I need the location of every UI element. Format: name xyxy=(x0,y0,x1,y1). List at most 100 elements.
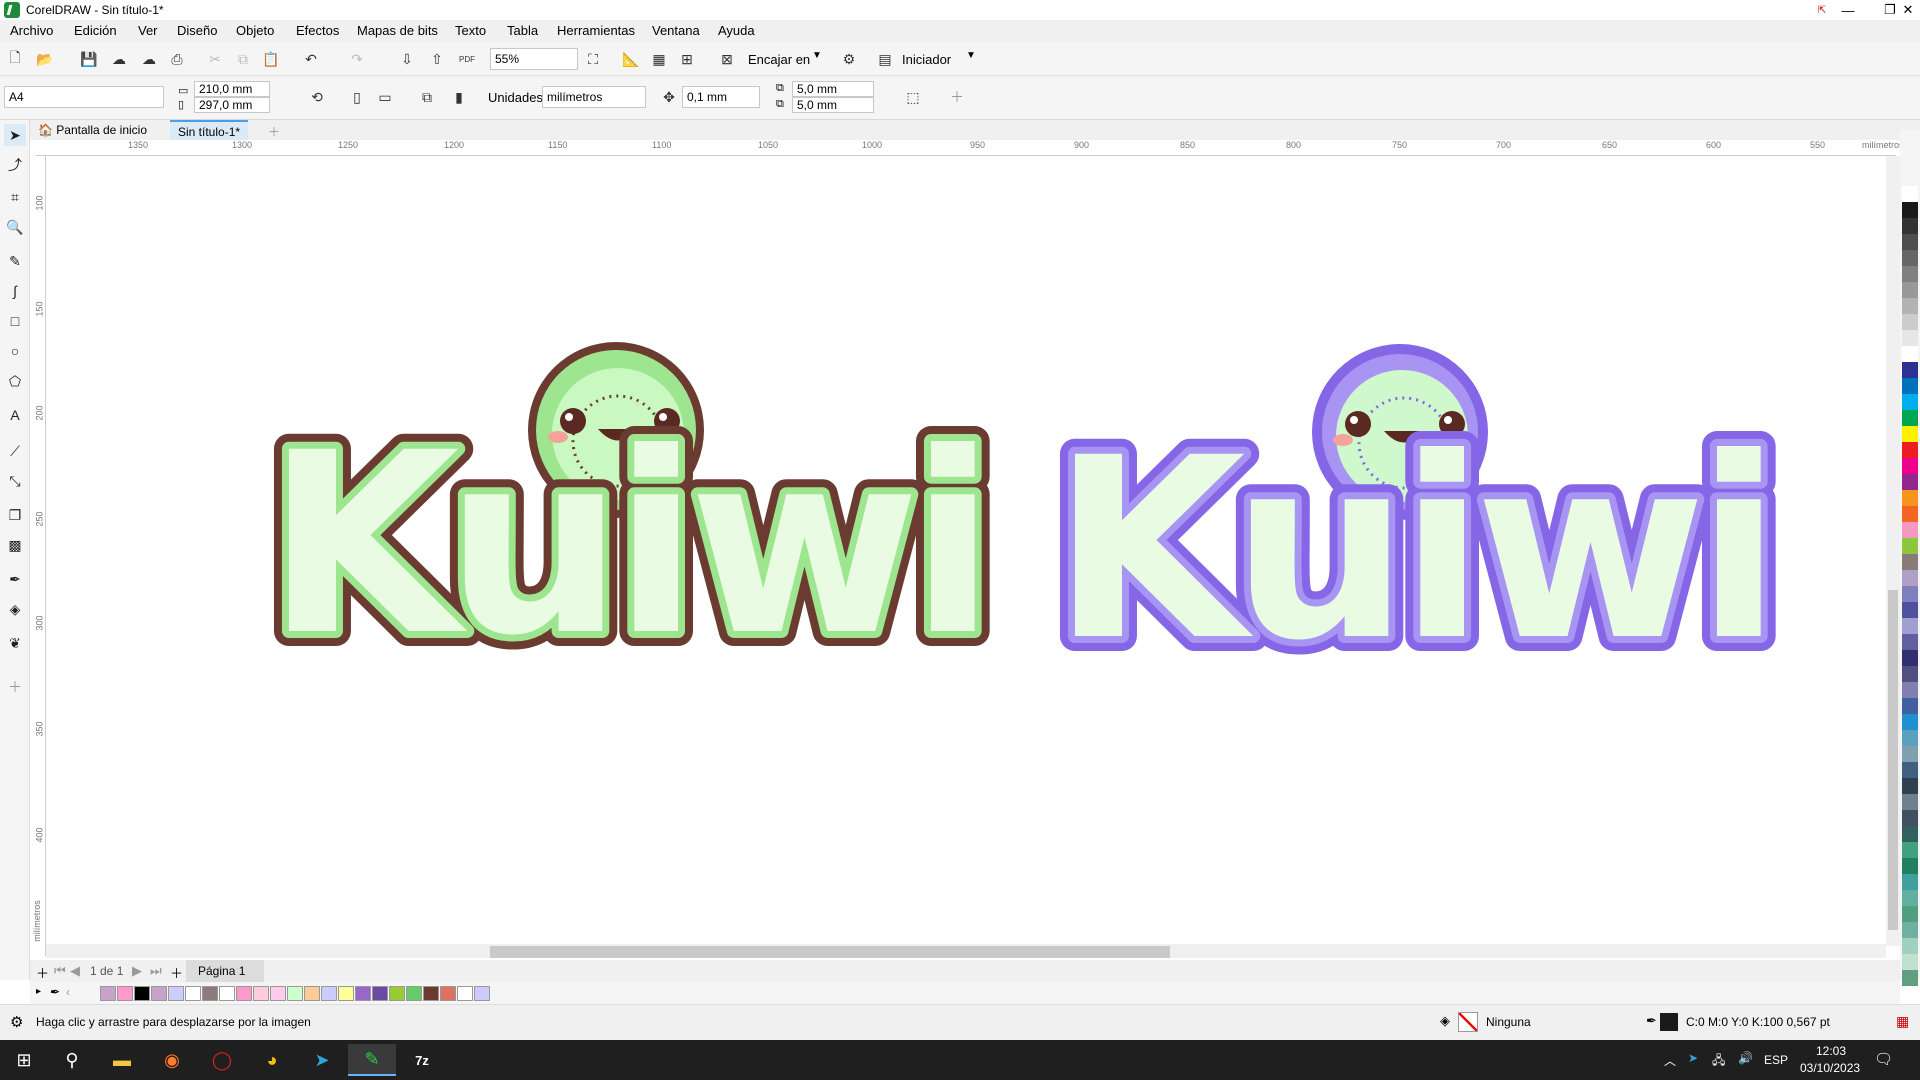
document-palette-swatch[interactable] xyxy=(151,986,167,1001)
full-screen-preview-icon[interactable]: ⛶ xyxy=(582,48,604,70)
palette-swatch[interactable] xyxy=(1902,954,1918,970)
polygon-tool-icon[interactable]: ⬠ xyxy=(4,370,26,392)
menu-efectos[interactable]: Efectos xyxy=(296,23,339,38)
chrome-icon[interactable]: ◕ xyxy=(248,1044,296,1076)
cloud-upload-icon[interactable]: ☁ xyxy=(138,48,160,70)
add-tool-icon[interactable]: ＋ xyxy=(4,676,26,698)
freehand-tool-icon[interactable]: ✎ xyxy=(4,250,26,272)
tray-telegram-icon[interactable]: ➤ xyxy=(1688,1051,1698,1065)
palette-swatch[interactable] xyxy=(1902,650,1918,666)
document-palette-swatch[interactable] xyxy=(185,986,201,1001)
portrait-icon[interactable]: ▯ xyxy=(346,86,368,108)
palette-swatch[interactable] xyxy=(1902,602,1918,618)
interactive-fill-icon[interactable]: ◈ xyxy=(4,598,26,620)
document-palette-swatch[interactable] xyxy=(423,986,439,1001)
tab-home[interactable]: 🏠 Pantalla de inicio xyxy=(30,120,155,140)
document-palette-swatch[interactable] xyxy=(253,986,269,1001)
palette-swatch[interactable] xyxy=(1902,922,1918,938)
network-icon[interactable]: 🖧 xyxy=(1712,1051,1725,1072)
palette-swatch[interactable] xyxy=(1902,362,1918,378)
palette-swatch[interactable] xyxy=(1902,426,1918,442)
palette-swatch[interactable] xyxy=(1902,586,1918,602)
new-tab-icon[interactable]: ＋ xyxy=(260,120,288,140)
add-page-icon[interactable]: ＋ xyxy=(36,963,49,982)
paste-icon[interactable]: 📋 xyxy=(260,48,282,70)
palette-swatch[interactable] xyxy=(1902,490,1918,506)
menu-ver[interactable]: Ver xyxy=(138,23,158,38)
palette-swatch[interactable] xyxy=(1902,346,1918,362)
next-page-icon[interactable]: ▶ xyxy=(132,963,142,979)
kuiwi-logo-purple[interactable]: Kuiwi Kuiwi xyxy=(1037,344,1797,710)
add-icon[interactable]: ＋ xyxy=(946,86,968,108)
document-palette-swatch[interactable] xyxy=(355,986,371,1001)
palette-expand-icon[interactable]: ▸ xyxy=(36,986,41,997)
eyedropper-tool-icon[interactable]: ✒ xyxy=(4,568,26,590)
transparency-tool-icon[interactable]: ▩ xyxy=(4,534,26,556)
zoom-tool-icon[interactable]: 🔍 xyxy=(4,216,26,238)
coreldraw-taskbar-icon[interactable]: ✎ xyxy=(348,1044,396,1076)
palette-swatch[interactable] xyxy=(1902,186,1918,202)
tray-chevron-icon[interactable]: ︿ xyxy=(1664,1052,1676,1069)
notifications-icon[interactable]: 🗨 xyxy=(1874,1050,1893,1068)
all-pages-icon[interactable]: ⧉ xyxy=(416,86,438,108)
palette-scroll-left-icon[interactable]: ‹ xyxy=(66,985,70,999)
import-icon[interactable]: ⇩ xyxy=(396,48,418,70)
palette-swatch[interactable] xyxy=(1902,762,1918,778)
palette-swatch[interactable] xyxy=(1902,474,1918,490)
crop-tool-icon[interactable]: ⌗ xyxy=(4,186,26,208)
palette-swatch[interactable] xyxy=(1902,218,1918,234)
ellipse-tool-icon[interactable]: ○ xyxy=(4,340,26,362)
horizontal-ruler[interactable]: 1350 1300 1250 1200 1150 1100 1050 1000 … xyxy=(36,140,1904,156)
page-width-field[interactable]: 210,0 mm xyxy=(194,81,270,97)
palette-swatch[interactable] xyxy=(1902,442,1918,458)
palette-swatch[interactable] xyxy=(1902,778,1918,794)
palette-swatch[interactable] xyxy=(1902,378,1918,394)
menu-herramientas[interactable]: Herramientas xyxy=(557,23,635,38)
document-palette-swatch[interactable] xyxy=(117,986,133,1001)
7zip-icon[interactable]: 7z xyxy=(398,1044,446,1076)
palette-swatch[interactable] xyxy=(1902,538,1918,554)
prev-page-icon[interactable]: ◀ xyxy=(70,963,80,979)
document-palette-swatch[interactable] xyxy=(287,986,303,1001)
pick-tool-icon[interactable]: ➤ xyxy=(4,124,26,146)
first-page-icon[interactable]: ⏮ xyxy=(54,963,66,979)
firefox-icon[interactable]: ◉ xyxy=(148,1044,196,1076)
palette-swatch[interactable] xyxy=(1902,714,1918,730)
color-proofing-icon[interactable]: ▦ xyxy=(1896,1013,1909,1030)
palette-swatch[interactable] xyxy=(1902,666,1918,682)
palette-swatch[interactable] xyxy=(1902,298,1918,314)
palette-swatch[interactable] xyxy=(1902,554,1918,570)
smart-fill-icon[interactable]: ❦ xyxy=(4,632,26,654)
options-gear-icon[interactable]: ⚙ xyxy=(838,48,860,70)
rotate-page-icon[interactable]: ⟲ xyxy=(306,86,328,108)
tab-document[interactable]: Sin título-1* xyxy=(170,120,249,140)
document-palette-swatch[interactable] xyxy=(440,986,456,1001)
horizontal-scroll-thumb[interactable] xyxy=(490,946,1170,958)
document-palette-swatch[interactable] xyxy=(100,986,116,1001)
palette-swatch[interactable] xyxy=(1902,330,1918,346)
snap-to-menu[interactable]: Encajar en xyxy=(748,52,810,67)
last-page-icon[interactable]: ⏭ xyxy=(150,963,162,979)
vertical-scroll-thumb[interactable] xyxy=(1888,590,1898,930)
shape-tool-icon[interactable]: ⤴ xyxy=(4,154,26,176)
show-guidelines-icon[interactable]: ⊞ xyxy=(676,48,698,70)
menu-texto[interactable]: Texto xyxy=(455,23,486,38)
palette-swatch[interactable] xyxy=(1902,858,1918,874)
add-page-end-icon[interactable]: ＋ xyxy=(170,963,183,982)
vertical-ruler[interactable]: 100 150 200 250 300 350 400 milímetros xyxy=(30,156,46,956)
drop-shadow-tool-icon[interactable]: ❐ xyxy=(4,504,26,526)
menu-ayuda[interactable]: Ayuda xyxy=(718,23,755,38)
zoom-level-field[interactable]: 55% xyxy=(490,48,578,70)
show-grid-icon[interactable]: ▦ xyxy=(648,48,670,70)
document-palette-swatch[interactable] xyxy=(270,986,286,1001)
palette-swatch[interactable] xyxy=(1902,970,1918,986)
palette-swatch[interactable] xyxy=(1902,794,1918,810)
palette-swatch[interactable] xyxy=(1902,458,1918,474)
palette-swatch[interactable] xyxy=(1902,314,1918,330)
palette-swatch[interactable] xyxy=(1902,410,1918,426)
palette-swatch[interactable] xyxy=(1902,522,1918,538)
duplicate-distance-x-field[interactable]: 5,0 mm xyxy=(792,81,874,97)
print-icon[interactable]: ⎙ xyxy=(166,48,188,70)
palette-swatch[interactable] xyxy=(1902,250,1918,266)
menu-mapas-de-bits[interactable]: Mapas de bits xyxy=(357,23,438,38)
